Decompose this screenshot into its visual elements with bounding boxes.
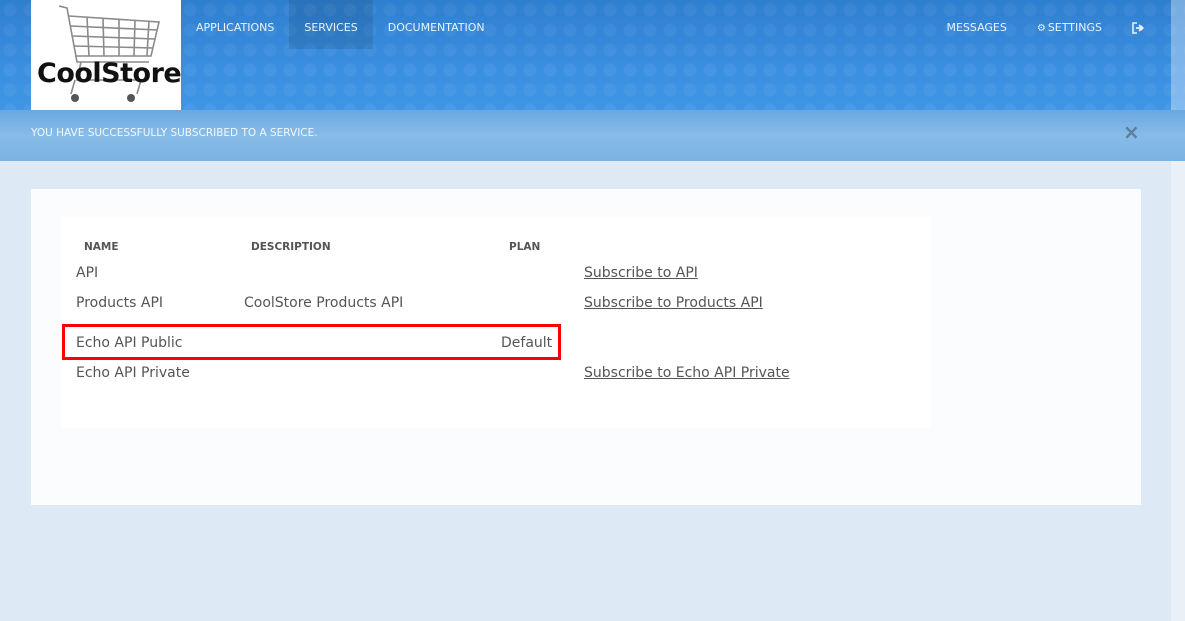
row-products-api-name: Products API [76, 295, 164, 311]
close-icon[interactable]: × [1123, 122, 1140, 142]
header-plan: PLAN [509, 241, 541, 253]
coolstore-logo[interactable]: CoolStore [31, 0, 182, 115]
row-echo-public-name: Echo API Public [76, 335, 183, 351]
sign-out-button[interactable] [1117, 0, 1147, 49]
nav-services[interactable]: SERVICES [289, 0, 373, 49]
notice-text: YOU HAVE SUCCESSFULLY SUBSCRIBED TO A SE… [31, 127, 318, 139]
row-echo-public-plan: Default [501, 335, 553, 351]
main-nav: APPLICATIONS SERVICES DOCUMENTATION [181, 0, 500, 49]
success-notice: YOU HAVE SUCCESSFULLY SUBSCRIBED TO A SE… [0, 110, 1185, 161]
nav-messages[interactable]: MESSAGES [931, 0, 1021, 49]
sign-out-icon [1132, 21, 1144, 34]
row-products-api-description: CoolStore Products API [244, 295, 404, 311]
gears-icon: ⚙ [1036, 23, 1046, 34]
nav-documentation[interactable]: DOCUMENTATION [373, 0, 500, 49]
subscribe-products-api-link[interactable]: Subscribe to Products API [584, 295, 763, 311]
subscribe-api-link[interactable]: Subscribe to API [584, 265, 698, 281]
right-edge-strip [1171, 0, 1185, 621]
nav-settings[interactable]: ⚙ SETTINGS [1022, 0, 1117, 49]
header-name: NAME [84, 241, 119, 253]
nav-applications[interactable]: APPLICATIONS [181, 0, 289, 49]
subscribe-echo-private-link[interactable]: Subscribe to Echo API Private [584, 365, 790, 381]
services-table [61, 217, 931, 428]
settings-label: SETTINGS [1047, 21, 1102, 34]
header-description: DESCRIPTION [251, 241, 331, 253]
user-nav: MESSAGES ⚙ SETTINGS [931, 0, 1147, 49]
row-echo-private-name: Echo API Private [76, 365, 190, 381]
row-api-name: API [76, 265, 99, 281]
logo-text: CoolStore [37, 58, 182, 89]
